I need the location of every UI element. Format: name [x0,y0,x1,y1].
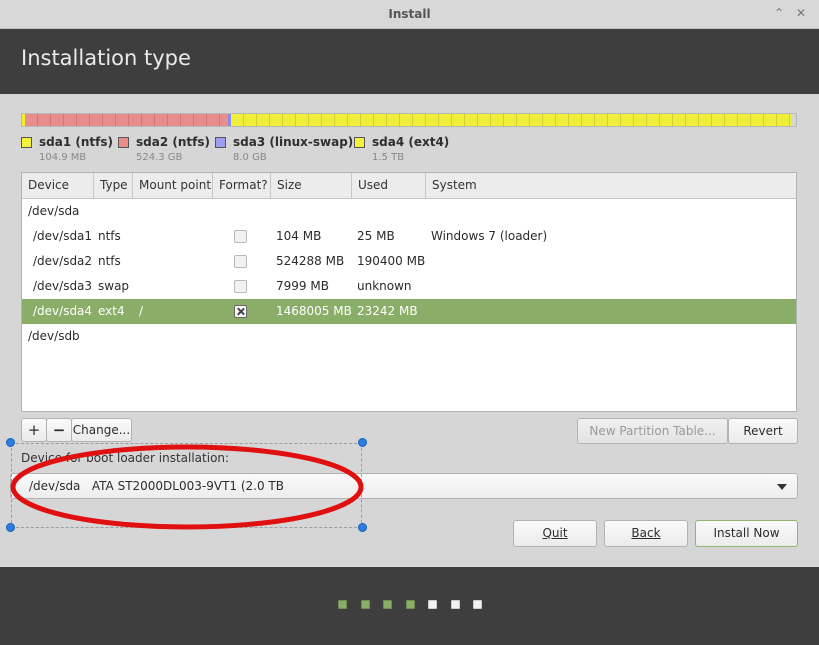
progress-dot [361,600,370,609]
progress-dot [473,600,482,609]
annotation-overlay [10,444,364,530]
quit-label: Quit [542,526,568,540]
progress-dot [383,600,392,609]
install-now-button[interactable]: Install Now [695,520,798,547]
quit-button[interactable]: Quit [513,520,597,547]
progress-dot [428,600,437,609]
back-label: Back [631,526,661,540]
annotation-ellipse [10,444,364,530]
progress-dot [406,600,415,609]
progress-dot [338,600,347,609]
back-button[interactable]: Back [604,520,688,547]
progress-dot [451,600,460,609]
install-now-label: Install Now [713,526,780,540]
